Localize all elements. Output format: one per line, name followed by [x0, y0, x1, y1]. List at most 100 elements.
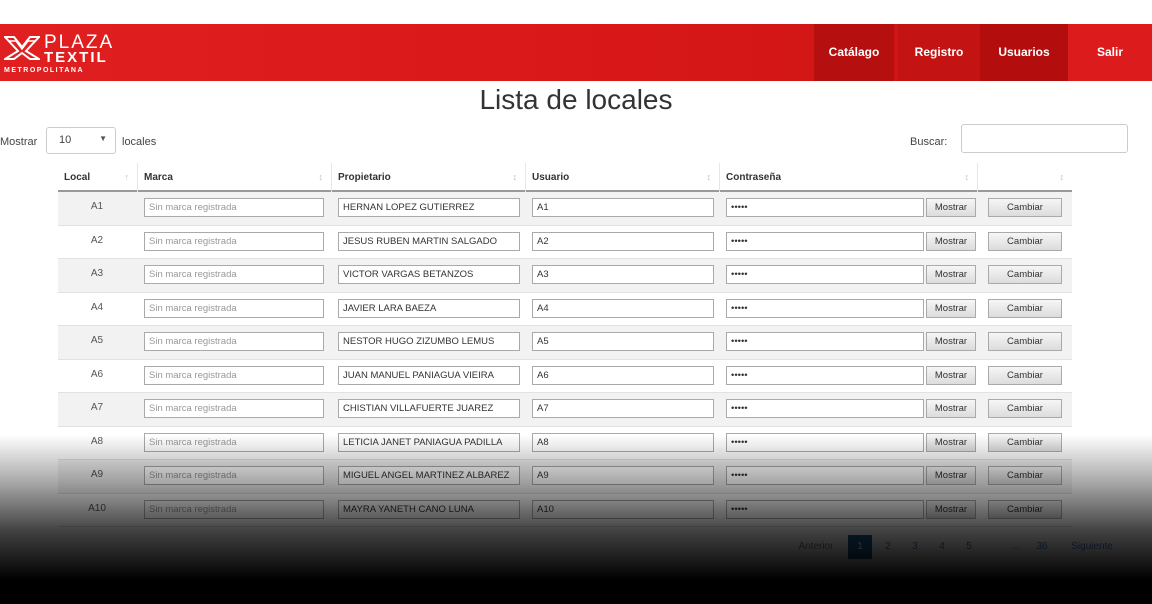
header-marca[interactable]: Marca ↕: [138, 163, 332, 192]
header-usuario[interactable]: Usuario ↕: [526, 163, 720, 192]
usuario-input[interactable]: A2: [532, 231, 714, 251]
pagination-page-last[interactable]: 36: [1030, 535, 1054, 559]
marca-input[interactable]: Sin marca registrada: [144, 198, 324, 217]
propietario-input[interactable]: NESTOR HUGO ZIZUMBO LEMUS: [338, 332, 520, 351]
marca-input[interactable]: Sin marca registrada: [144, 265, 324, 284]
contrasena-input[interactable]: •••••: [726, 198, 924, 217]
mostrar-button[interactable]: Mostrar: [926, 231, 976, 251]
cambiar-button[interactable]: Cambiar: [988, 231, 1062, 251]
contrasena-input[interactable]: •••••: [726, 432, 924, 452]
marca-input[interactable]: Sin marca registrada: [144, 432, 324, 452]
pagination-page-2[interactable]: 2: [876, 535, 900, 559]
propietario-input[interactable]: CHISTIAN VILLAFUERTE JUAREZ: [338, 399, 520, 418]
pagination: Anterior 1 2 3 4 5 … 36 Siguiente: [0, 535, 1152, 559]
marca-input[interactable]: Sin marca registrada: [144, 399, 324, 418]
propietario-input[interactable]: LETICIA JANET PANIAGUA PADILLA: [338, 432, 520, 452]
table-header: Local ↑ Marca ↕ Propietario ↕ Usuario ↕ …: [58, 163, 1072, 192]
propietario-input[interactable]: JESUS RUBEN MARTIN SALGADO: [338, 231, 520, 251]
usuario-input[interactable]: A9: [532, 466, 714, 485]
table-row: A5 Sin marca registrada NESTOR HUGO ZIZUMB…: [58, 326, 1072, 360]
usuario-input[interactable]: A6: [532, 365, 714, 385]
cell-local: A4: [90, 301, 104, 313]
propietario-input[interactable]: MIGUEL ANGEL MARTINEZ ALBAREZ: [338, 466, 520, 485]
sort-icon: ↕: [318, 172, 324, 182]
nav-catalogo[interactable]: Catálago: [814, 24, 894, 81]
cambiar-button[interactable]: Cambiar: [988, 499, 1062, 519]
chevron-down-icon: ▼: [99, 134, 107, 143]
usuario-input[interactable]: A3: [532, 265, 714, 284]
marca-input[interactable]: Sin marca registrada: [144, 466, 324, 485]
mostrar-button[interactable]: Mostrar: [926, 332, 976, 351]
contrasena-input[interactable]: •••••: [726, 466, 924, 485]
mostrar-button[interactable]: Mostrar: [926, 265, 976, 284]
table-row: A2 Sin marca registrada JESUS RUBEN MARTIN…: [58, 225, 1072, 259]
marca-input[interactable]: Sin marca registrada: [144, 499, 324, 519]
nav-usuarios[interactable]: Usuarios: [980, 24, 1068, 81]
header-contrasena-label: Contraseña: [726, 172, 782, 183]
pagination-ellipsis: …: [1011, 541, 1021, 552]
marca-input[interactable]: Sin marca registrada: [144, 332, 324, 351]
propietario-input[interactable]: MAYRA YANETH CANO LUNA: [338, 499, 520, 519]
mostrar-button[interactable]: Mostrar: [926, 499, 976, 519]
cambiar-button[interactable]: Cambiar: [988, 432, 1062, 452]
usuario-input[interactable]: A10: [532, 499, 714, 519]
table-row: A10 Sin marca registrada MAYRA YANETH CANO…: [58, 493, 1072, 527]
header-propietario-label: Propietario: [338, 172, 391, 183]
table-row: A9 Sin marca registrada MIGUEL ANGEL MARTI…: [58, 460, 1072, 494]
top-strip: [0, 0, 1152, 24]
pagination-previous[interactable]: Anterior: [790, 535, 842, 559]
contrasena-input[interactable]: •••••: [726, 399, 924, 418]
marca-input[interactable]: Sin marca registrada: [144, 231, 324, 251]
contrasena-input[interactable]: •••••: [726, 265, 924, 284]
header-propietario[interactable]: Propietario ↕: [332, 163, 526, 192]
cambiar-button[interactable]: Cambiar: [988, 298, 1062, 318]
cambiar-button[interactable]: Cambiar: [988, 198, 1062, 217]
entries-select[interactable]: 10 ▼: [46, 127, 116, 154]
propietario-input[interactable]: JAVIER LARA BAEZA: [338, 298, 520, 318]
cell-local: A2: [90, 234, 104, 246]
mostrar-button[interactable]: Mostrar: [926, 399, 976, 418]
marca-input[interactable]: Sin marca registrada: [144, 298, 324, 318]
mostrar-button[interactable]: Mostrar: [926, 298, 976, 318]
usuario-input[interactable]: A1: [532, 198, 714, 217]
entries-suffix: locales: [122, 136, 157, 148]
mostrar-button[interactable]: Mostrar: [926, 466, 976, 485]
contrasena-input[interactable]: •••••: [726, 365, 924, 385]
cambiar-button[interactable]: Cambiar: [988, 399, 1062, 418]
pagination-page-3[interactable]: 3: [903, 535, 927, 559]
cambiar-button[interactable]: Cambiar: [988, 365, 1062, 385]
table-row: A4 Sin marca registrada JAVIER LARA BAEZA A…: [58, 292, 1072, 326]
cambiar-button[interactable]: Cambiar: [988, 466, 1062, 485]
nav-registro[interactable]: Registro: [898, 24, 980, 81]
contrasena-input[interactable]: •••••: [726, 332, 924, 351]
contrasena-input[interactable]: •••••: [726, 499, 924, 519]
pagination-next[interactable]: Siguiente: [1060, 535, 1124, 559]
cambiar-button[interactable]: Cambiar: [988, 332, 1062, 351]
header-local[interactable]: Local ↑: [58, 163, 138, 192]
mostrar-button[interactable]: Mostrar: [926, 432, 976, 452]
cell-local: A10: [88, 502, 106, 514]
nav-salir[interactable]: Salir: [1068, 24, 1152, 81]
contrasena-input[interactable]: •••••: [726, 231, 924, 251]
mostrar-button[interactable]: Mostrar: [926, 365, 976, 385]
header-contrasena[interactable]: Contraseña ↕: [720, 163, 978, 192]
pagination-page-1[interactable]: 1: [848, 535, 872, 559]
propietario-input[interactable]: HERNAN LOPEZ GUTIERREZ: [338, 198, 520, 217]
pagination-page-4[interactable]: 4: [930, 535, 954, 559]
navbar: PLAZA TEXTIL METROPOLITANA Catálago Regi…: [0, 24, 1152, 81]
usuario-input[interactable]: A8: [532, 432, 714, 452]
usuario-input[interactable]: A4: [532, 298, 714, 318]
usuario-input[interactable]: A5: [532, 332, 714, 351]
pagination-page-5[interactable]: 5: [957, 535, 981, 559]
marca-input[interactable]: Sin marca registrada: [144, 365, 324, 385]
contrasena-input[interactable]: •••••: [726, 298, 924, 318]
logo-mark-icon: [4, 36, 40, 60]
brand-line-3: METROPOLITANA: [4, 67, 85, 74]
mostrar-button[interactable]: Mostrar: [926, 198, 976, 217]
propietario-input[interactable]: VICTOR VARGAS BETANZOS: [338, 265, 520, 284]
propietario-input[interactable]: JUAN MANUEL PANIAGUA VIEIRA: [338, 365, 520, 385]
usuario-input[interactable]: A7: [532, 399, 714, 418]
search-input[interactable]: [961, 124, 1128, 153]
brand-logo[interactable]: PLAZA TEXTIL METROPOLITANA: [4, 33, 124, 77]
cambiar-button[interactable]: Cambiar: [988, 265, 1062, 284]
